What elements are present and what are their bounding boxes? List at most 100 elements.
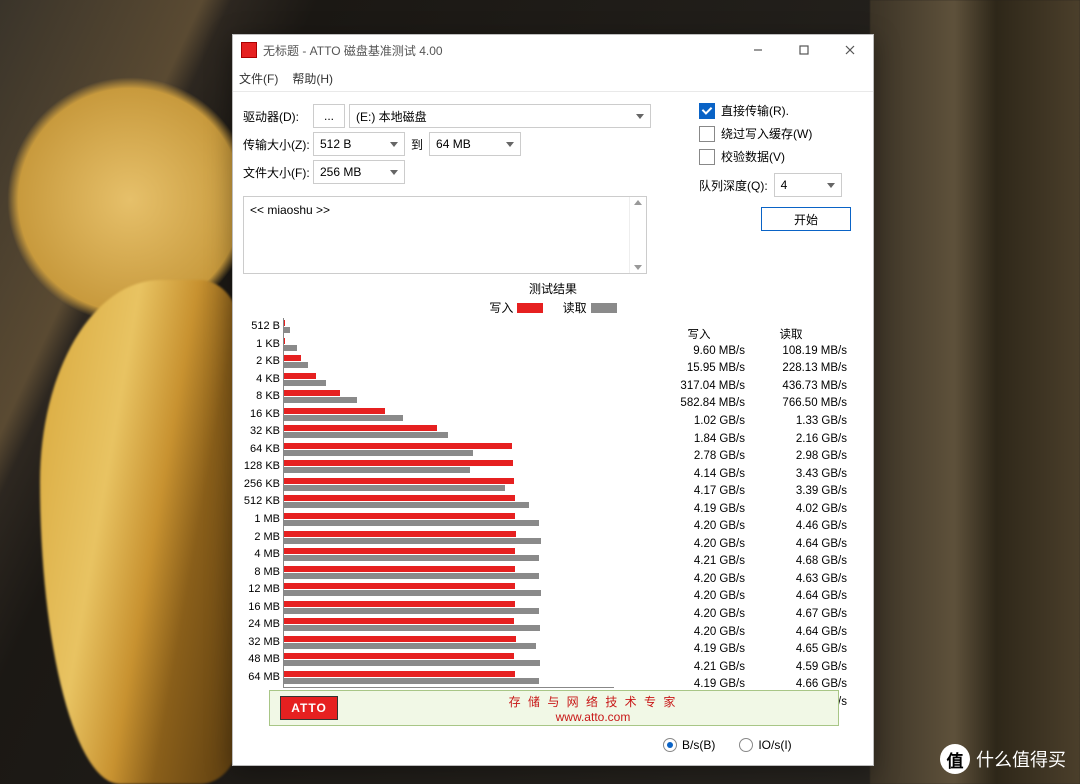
queue-depth-select[interactable]: 4	[774, 173, 842, 197]
chevron-down-icon	[390, 170, 398, 175]
cell-read: 3.39 GB/s	[755, 485, 857, 497]
category-label: 64 MB	[232, 671, 280, 683]
menu-file[interactable]: 文件(F)	[239, 70, 278, 87]
xfer-to-select[interactable]: 64 MB	[429, 132, 521, 156]
category-label: 8 MB	[232, 566, 280, 578]
bar-write	[284, 671, 515, 677]
menu-help[interactable]: 帮助(H)	[292, 70, 333, 87]
bar-write	[284, 548, 515, 554]
category-label: 512 KB	[232, 495, 280, 507]
bar-read	[284, 467, 470, 473]
table-row: 4.20 GB/s4.64 GB/s	[653, 588, 857, 606]
titlebar[interactable]: 无标题 - ATTO 磁盘基准测试 4.00	[233, 35, 873, 65]
category-label: 256 KB	[232, 478, 280, 490]
bar-row: 512 B	[284, 318, 614, 336]
maximize-button[interactable]	[781, 35, 827, 65]
close-button[interactable]	[827, 35, 873, 65]
cell-read: 4.02 GB/s	[755, 503, 857, 515]
category-label: 48 MB	[232, 653, 280, 665]
radio-icon	[739, 738, 753, 752]
description-textarea[interactable]: << miaoshu >>	[243, 196, 647, 274]
table-row: 4.20 GB/s4.64 GB/s	[653, 535, 857, 553]
checkbox-direct[interactable]: 直接传输(R).	[699, 102, 859, 119]
table-row: 4.19 GB/s4.02 GB/s	[653, 500, 857, 518]
bar-read	[284, 573, 539, 579]
bar-read	[284, 432, 448, 438]
start-button[interactable]: 开始	[761, 207, 851, 231]
bar-read	[284, 450, 473, 456]
cell-write: 4.17 GB/s	[653, 485, 755, 497]
bar-read	[284, 502, 529, 508]
cell-read: 4.59 GB/s	[755, 661, 857, 673]
cell-write: 4.19 GB/s	[653, 503, 755, 515]
table-row: 4.17 GB/s3.39 GB/s	[653, 482, 857, 500]
bar-write	[284, 583, 515, 589]
bar-read	[284, 327, 290, 333]
bar-write	[284, 618, 514, 624]
category-label: 12 MB	[232, 583, 280, 595]
cell-write: 4.20 GB/s	[653, 590, 755, 602]
bar-write	[284, 513, 515, 519]
checkbox-verify[interactable]: 校验数据(V)	[699, 148, 859, 165]
table-row: 4.19 GB/s4.65 GB/s	[653, 640, 857, 658]
drive-browse-button[interactable]: ...	[313, 104, 345, 128]
file-size-select[interactable]: 256 MB	[313, 160, 405, 184]
bar-read	[284, 643, 536, 649]
cell-write: 4.21 GB/s	[653, 555, 755, 567]
scroll-up-icon[interactable]	[634, 200, 642, 205]
radio-bytes-per-sec[interactable]: B/s(B)	[663, 738, 715, 752]
minimize-button[interactable]	[735, 35, 781, 65]
drive-select[interactable]: (E:) 本地磁盘	[349, 104, 651, 128]
label-xfer-size: 传输大小(Z):	[243, 136, 313, 153]
scroll-down-icon[interactable]	[634, 265, 642, 270]
table-row: 4.20 GB/s4.46 GB/s	[653, 517, 857, 535]
wallpaper-decor	[40, 280, 240, 784]
bar-row: 128 KB	[284, 458, 614, 476]
checkbox-bypass-cache[interactable]: 绕过写入缓存(W)	[699, 125, 859, 142]
xfer-from-select[interactable]: 512 B	[313, 132, 405, 156]
app-icon	[241, 42, 257, 58]
bar-row: 64 KB	[284, 441, 614, 459]
cell-write: 4.20 GB/s	[653, 538, 755, 550]
cell-read: 4.66 GB/s	[755, 678, 857, 690]
bar-read	[284, 608, 539, 614]
bar-row: 48 MB	[284, 651, 614, 669]
bar-write	[284, 443, 512, 449]
cell-write: 4.20 GB/s	[653, 573, 755, 585]
chevron-down-icon	[390, 142, 398, 147]
bar-read	[284, 678, 539, 684]
xfer-from-value: 512 B	[320, 137, 351, 151]
bar-read	[284, 362, 308, 368]
bar-read	[284, 555, 539, 561]
bar-row: 2 KB	[284, 353, 614, 371]
bar-write	[284, 320, 285, 326]
radio-io-per-sec[interactable]: IO/s(I)	[739, 738, 791, 752]
desktop-wallpaper: 无标题 - ATTO 磁盘基准测试 4.00 文件(F) 帮助(H) 驱动器(D…	[0, 0, 1080, 784]
bar-write	[284, 495, 515, 501]
cell-read: 4.63 GB/s	[755, 573, 857, 585]
bar-row: 2 MB	[284, 529, 614, 547]
table-row: 1.84 GB/s2.16 GB/s	[653, 430, 857, 448]
table-row: 4.20 GB/s4.67 GB/s	[653, 605, 857, 623]
category-label: 32 KB	[232, 425, 280, 437]
bar-read	[284, 538, 541, 544]
queue-depth-value: 4	[781, 178, 788, 192]
radio-icon	[663, 738, 677, 752]
scrollbar[interactable]	[629, 197, 646, 273]
category-label: 8 KB	[232, 390, 280, 402]
bar-write	[284, 355, 301, 361]
bar-read	[284, 660, 540, 666]
watermark: 值 什么值得买	[940, 744, 1066, 774]
bar-read	[284, 520, 539, 526]
xfer-to-value: 64 MB	[436, 137, 471, 151]
category-label: 1 MB	[232, 513, 280, 525]
cell-write: 582.84 MB/s	[653, 397, 755, 409]
cell-write: 317.04 MB/s	[653, 380, 755, 392]
bar-row: 16 MB	[284, 599, 614, 617]
bar-read	[284, 590, 541, 596]
radio-label: B/s(B)	[682, 738, 715, 752]
label-queue-depth: 队列深度(Q):	[699, 177, 768, 194]
bar-row: 512 KB	[284, 493, 614, 511]
cell-read: 4.64 GB/s	[755, 538, 857, 550]
watermark-text: 什么值得买	[976, 746, 1066, 772]
